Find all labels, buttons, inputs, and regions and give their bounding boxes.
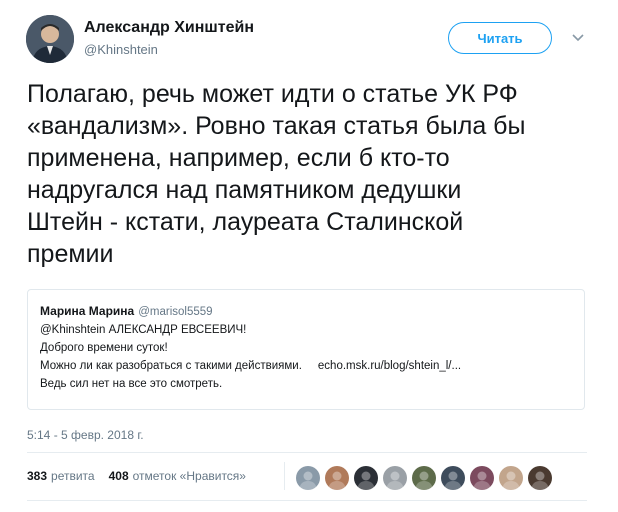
retweets-label: ретвита [51,469,95,483]
avatar-7-icon[interactable] [470,466,494,490]
quoted-tweet-line: Доброго времени суток! [40,342,168,354]
chevron-down-icon[interactable] [570,30,586,46]
avatar-6-icon[interactable] [441,466,465,490]
likes-label: отметок «Нравится» [132,469,246,483]
avatar-9-icon[interactable] [528,466,552,490]
avatar-5-icon[interactable] [412,466,436,490]
avatar-8-icon[interactable] [499,466,523,490]
tweet-stats: 383 ретвита 408 отметок «Нравится» [27,469,260,483]
retweets-stat[interactable]: 383 ретвита [27,469,95,483]
tweet-line: премии [27,240,114,268]
tweet-line: применена, например, если б кто-то [27,144,450,172]
retweets-count: 383 [27,469,48,483]
author-avatar[interactable] [26,15,74,63]
likes-count: 408 [108,469,129,483]
quoted-tweet-line-with-link: Можно ли как разобраться с такими действ… [40,357,572,375]
divider [27,500,587,501]
quoted-author-handle: @marisol5559 [138,306,213,318]
quoted-tweet-header: Марина Марина @marisol5559 [40,302,572,321]
divider [284,462,285,490]
author-handle[interactable]: @Khinshtein [84,42,158,57]
tweet-line: Полагаю, речь может идти о статье УК РФ [27,80,518,108]
tweet-line: «вандализм». Ровно такая статья была бы [27,112,526,140]
avatar-1-icon[interactable] [296,466,320,490]
quoted-author-name: Марина Марина [40,304,135,318]
quoted-tweet-line: Можно ли как разобраться с такими действ… [40,360,302,372]
quoted-tweet-link[interactable]: echo.msk.ru/blog/shtein_l/... [318,360,461,372]
avatar-3-icon[interactable] [354,466,378,490]
tweet-line: Штейн - кстати, лауреата Сталинской [27,208,464,236]
follow-button[interactable]: Читать [448,22,552,54]
quoted-tweet[interactable]: Марина Марина @marisol5559 @Khinshtein АЛ… [27,289,585,410]
avatar-2-icon[interactable] [325,466,349,490]
author-name[interactable]: Александр Хинштейн [84,19,254,37]
quoted-tweet-line: Ведь сил нет на все это смотреть. [40,378,223,390]
likers-avatars [296,466,557,490]
avatar-4-icon[interactable] [383,466,407,490]
tweet-text: Полагаю, речь может идти о статье УК РФ … [27,78,597,270]
author-avatar-image [26,15,74,63]
divider [27,452,587,453]
tweet-line: надругался над памятником дедушки [27,176,462,204]
tweet-timestamp[interactable]: 5:14 - 5 февр. 2018 г. [27,428,144,442]
quoted-tweet-line: @Khinshtein АЛЕКСАНДР ЕВСЕЕВИЧ! [40,324,247,336]
likes-stat[interactable]: 408 отметок «Нравится» [109,469,246,483]
